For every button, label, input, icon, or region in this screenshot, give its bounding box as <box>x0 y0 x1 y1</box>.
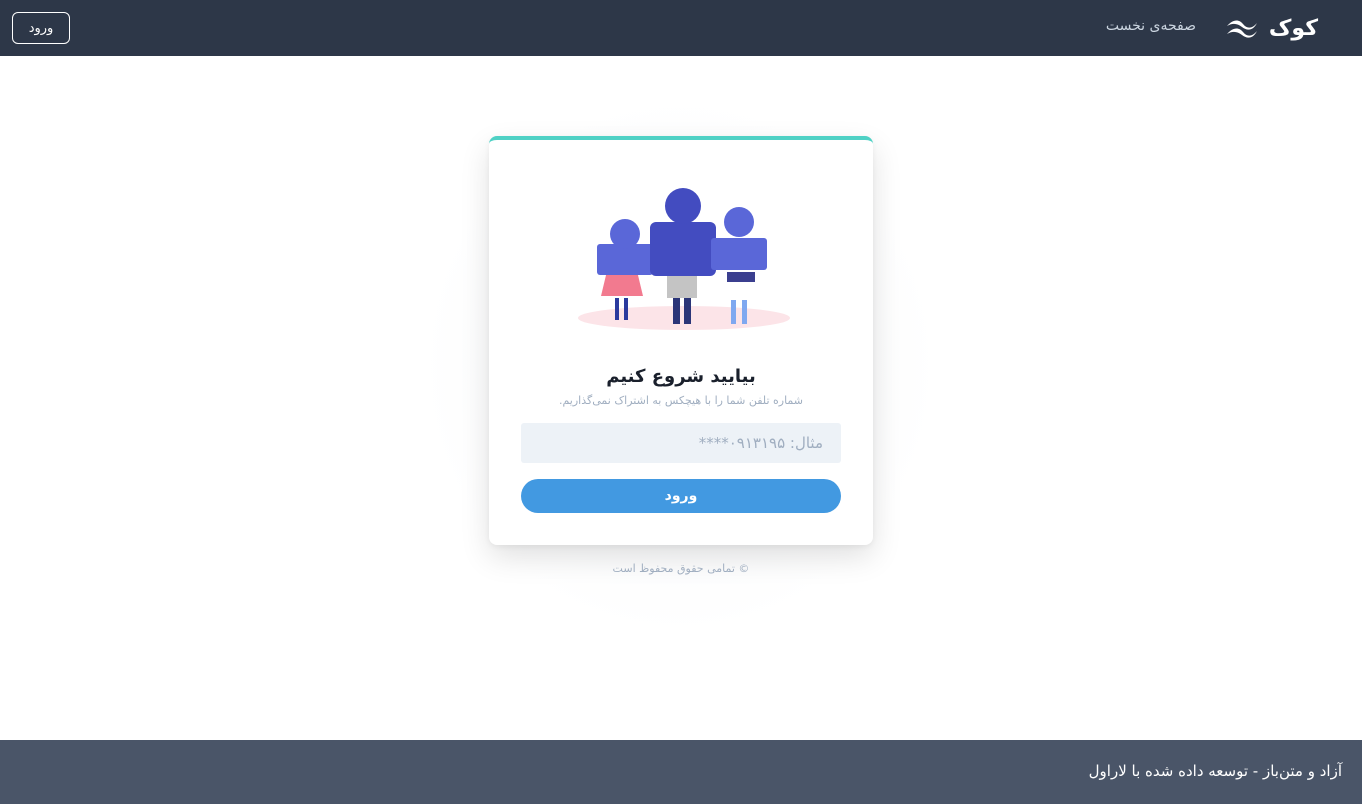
phone-input[interactable] <box>521 423 841 463</box>
header-login-button[interactable]: ورود <box>12 12 70 44</box>
wave-logo-icon <box>1226 20 1257 38</box>
left-person-icon <box>597 219 653 320</box>
top-navbar: کوک صفحه‌ی نخست ورود <box>0 0 1362 56</box>
card-title: بیایید شروع کنیم <box>606 366 756 387</box>
center-person-icon <box>650 188 716 324</box>
brand-name: کوک <box>1268 15 1318 41</box>
copyright-text: © تمامی حقوق محفوظ است <box>612 562 750 575</box>
page-footer: آزاد و متن‌باز - توسعه داده شده با لاراو… <box>0 740 1362 804</box>
right-person-icon <box>711 207 767 324</box>
people-group-illustration <box>578 188 790 330</box>
footer-text: آزاد و متن‌باز - توسعه داده شده با لاراو… <box>1088 762 1342 780</box>
nav-home-link[interactable]: صفحه‌ی نخست <box>1106 16 1196 36</box>
submit-login-button[interactable]: ورود <box>521 479 841 513</box>
brand-link[interactable]: کوک <box>1225 12 1318 44</box>
login-card: بیایید شروع کنیم شماره تلفن شما را با هی… <box>489 136 873 545</box>
card-subtitle: شماره تلفن شما را با هیچکس به اشتراک نمی… <box>558 394 803 407</box>
